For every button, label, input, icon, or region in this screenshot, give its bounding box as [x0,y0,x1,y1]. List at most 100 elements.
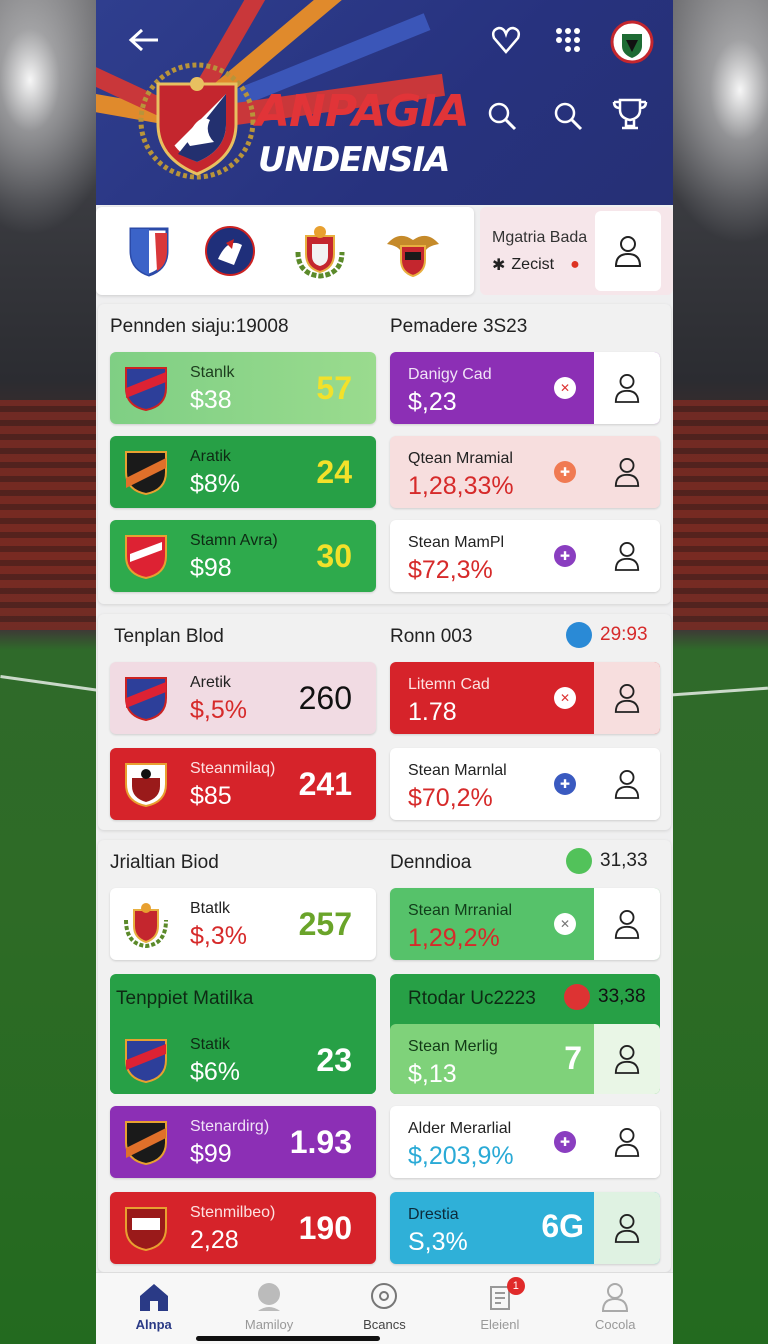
user-icon [602,1283,629,1312]
profile-name: Mgatria Bada [492,229,588,246]
nav-item-elements[interactable]: 1 Eleienl [445,1277,555,1332]
user-icon [614,374,640,403]
tile-value: $6% [190,1058,241,1086]
tile-value: $8% [190,470,241,498]
close-icon[interactable]: ✕ [554,377,576,399]
nav-label: Alnpa [135,1317,172,1332]
group-title: Rtodar Uc2223 [408,988,536,1009]
team-stat-tile[interactable]: Stanlk $38 57 [110,352,376,424]
team-stat-tile[interactable]: Stamn Avra) $98 30 [110,520,376,592]
player-stat-tile[interactable]: Danigy Cad $,23 ✕ [390,352,660,424]
stats-section-3: Jrialtian Biod Denndioa 31,33 Btatlk $,3… [98,840,671,1272]
club-badge-icon [125,1121,167,1166]
tile-score: 24 [316,454,352,490]
user-icon [614,236,642,267]
player-avatar-button[interactable] [594,520,660,592]
club-badge-icon [125,677,167,722]
club-wreath-logo[interactable] [290,222,350,280]
team-avatar-icon[interactable] [610,20,654,64]
home-indicator[interactable] [196,1336,380,1341]
nav-item-scans[interactable]: Bcancs [329,1281,439,1332]
team-stat-tile[interactable]: Btatlk $,3% 257 [110,888,376,960]
stats-icon [566,622,592,648]
back-arrow-icon[interactable] [126,22,162,58]
tile-label: Qtean Mramial [408,450,513,467]
team-stat-tile[interactable]: Aretik $,5% 260 [110,662,376,734]
user-icon [614,458,640,487]
player-stat-tile[interactable]: Stean Merlig $,13 7 [390,1024,660,1094]
player-avatar-button[interactable] [594,888,660,960]
player-stat-tile[interactable]: Drestia S,3% 6G [390,1192,660,1264]
tile-label: Alder Merarlial [408,1120,512,1137]
player-stat-tile[interactable]: Stean Marnlal $70,2% ✚ [390,748,660,820]
profile-card[interactable]: Mgatria Bada ✱ Zecist ● [480,207,673,295]
hero-subtitle: UNDENSIA [258,140,450,180]
team-stat-tile[interactable]: Stenardirg) $99 1.93 [110,1106,376,1178]
player-avatar-button[interactable] [594,662,660,734]
search-icon[interactable] [550,98,586,134]
club-badge-icon [125,535,167,580]
tile-score: 57 [316,370,352,406]
nav-label: Cocola [595,1317,636,1332]
player-avatar-button[interactable] [594,748,660,820]
club-badge-icon [125,763,167,808]
nav-label: Eleienl [480,1317,520,1332]
user-icon [614,542,640,571]
tile-value: 1,29,2% [408,924,500,952]
club-round-logo[interactable] [204,225,256,277]
tile-score: 7 [564,1040,582,1076]
tile-score: 6G [541,1208,584,1244]
player-stat-tile[interactable]: Qtean Mramial 1,28,33% ✚ [390,436,660,508]
player-stat-tile[interactable]: Litemn Cad 1.78 ✕ [390,662,660,734]
tile-value: 1,28,33% [408,472,514,500]
bottom-navigation: Alnpa Mamiloy Bcancs 1 Eleienl Cocola [96,1272,673,1344]
nav-item-home[interactable]: Alnpa [99,1281,209,1332]
close-icon[interactable]: ✕ [554,687,576,709]
plus-icon[interactable]: ✚ [554,461,576,483]
player-avatar-button[interactable] [594,436,660,508]
team-stat-tile[interactable]: Stenmilbeo) 2,28 190 [110,1192,376,1264]
team-stat-tile[interactable]: Aratik $8% 24 [110,436,376,508]
more-dots-icon[interactable] [550,22,586,58]
tile-value: 2,28 [190,1226,239,1254]
tile-value: 1.78 [408,698,457,726]
close-icon[interactable]: ✕ [554,913,576,935]
tile-label: Stean Merlig [408,1038,498,1055]
section-stat: 29:93 [566,622,648,648]
player-avatar-button[interactable] [594,1024,660,1094]
plus-icon[interactable]: ✚ [554,1131,576,1153]
search-icon[interactable] [484,98,520,134]
plus-icon[interactable]: ✚ [554,545,576,567]
user-icon [614,684,640,713]
tile-score: 1.93 [289,1124,352,1160]
player-stat-tile[interactable]: Alder Merarlial $,203,9% ✚ [390,1106,660,1178]
tile-label: Stean Marnlal [408,762,507,779]
section-title: Denndioa [390,852,472,873]
club-eagle-logo[interactable] [383,222,443,280]
tile-value: $85 [190,782,232,810]
trophy-icon[interactable] [612,96,648,132]
player-stat-tile[interactable]: Stean Mrranial 1,29,2% ✕ [390,888,660,960]
club-badge-icon [125,367,167,412]
player-avatar-button[interactable] [594,1106,660,1178]
profile-avatar-button[interactable] [595,211,661,291]
team-stat-tile[interactable]: Statik $6% 23 [110,1024,376,1094]
stats-icon [564,984,590,1010]
tile-value: $,3% [190,922,247,950]
favorite-icon[interactable] [488,22,524,58]
tile-score: 257 [298,906,352,942]
club-wreath-icon [124,903,168,948]
player-avatar-button[interactable] [594,1192,660,1264]
plus-icon[interactable]: ✚ [554,773,576,795]
club-shield-logo[interactable] [127,225,171,277]
club-badge-icon [125,1207,167,1252]
team-stat-tile[interactable]: Steanmilaq) $85 241 [110,748,376,820]
stats-section-1: Pennden siaju:19008 Pemadere 3S23 Stanlk… [98,304,671,604]
nav-item-members[interactable]: Mamiloy [214,1281,324,1332]
club-badge-icon [125,451,167,496]
player-stat-tile[interactable]: Stean MamPl $72,3% ✚ [390,520,660,592]
tile-score: 30 [316,538,352,574]
player-avatar-button[interactable] [594,352,660,424]
club-crest-logo [138,62,256,180]
nav-item-profile[interactable]: Cocola [560,1281,670,1332]
